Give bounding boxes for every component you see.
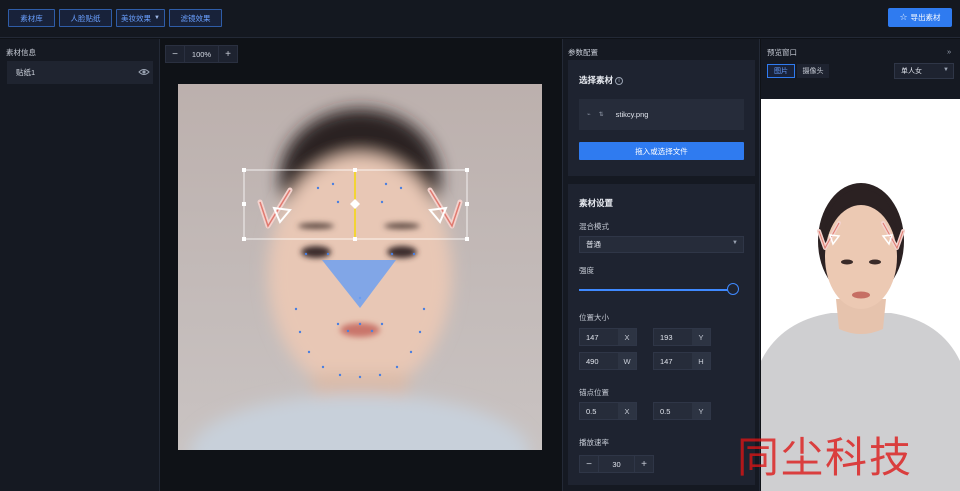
face-canvas <box>178 84 542 450</box>
library-button[interactable]: 素材库 <box>8 9 55 27</box>
anchor-x-input[interactable]: 0.5 X <box>579 402 637 420</box>
star-icon: ☆ <box>899 12 908 22</box>
rate-decrement-button[interactable]: − <box>580 456 598 472</box>
intensity-label: 强度 <box>579 266 594 275</box>
blend-mode-select[interactable]: 普通 ▼ <box>579 236 744 253</box>
face-sticker-label: 人脸贴纸 <box>70 13 101 23</box>
layer-item[interactable]: 贴纸1 <box>7 61 153 84</box>
x-input[interactable]: 147 X <box>579 328 637 346</box>
w-unit: W <box>618 353 636 369</box>
export-button[interactable]: ☆ 导出素材 <box>888 8 952 27</box>
export-label: 导出素材 <box>910 13 941 22</box>
h-unit: H <box>692 353 710 369</box>
height-input[interactable]: 147 H <box>653 352 711 370</box>
y-input[interactable]: 193 Y <box>653 328 711 346</box>
anchor-y-input[interactable]: 0.5 Y <box>653 402 711 420</box>
file-type-icon: ⇅ <box>598 112 604 118</box>
h-value: 147 <box>654 353 692 369</box>
canvas-area: − 100% + <box>161 39 561 491</box>
zoom-level: 100% <box>184 46 219 62</box>
param-panel: 参数配置 选择素材 i ⌁ ⇅ stikcy.png 拖入或选择文件 素材设置 混… <box>562 39 760 491</box>
collapse-icon[interactable]: » <box>947 47 951 56</box>
intensity-slider-track[interactable] <box>579 289 733 291</box>
playback-rate-label: 播放速率 <box>579 438 609 447</box>
layer-label: 贴纸1 <box>16 68 36 77</box>
width-input[interactable]: 490 W <box>579 352 637 370</box>
tab-camera[interactable]: 摄像头 <box>797 64 829 78</box>
param-panel-title: 参数配置 <box>568 48 598 57</box>
playback-rate-stepper[interactable]: − 30 + <box>579 455 654 473</box>
chevron-down-icon: ▼ <box>732 240 738 246</box>
zoom-control: − 100% + <box>165 45 238 63</box>
beauty-label: 美妆效果 <box>121 13 152 23</box>
anchor-label: 锚点位置 <box>579 388 609 397</box>
select-material-heading: 选择素材 i <box>579 74 624 86</box>
upload-button[interactable]: 拖入或选择文件 <box>579 142 744 160</box>
editor-stage[interactable] <box>178 84 542 450</box>
select-material-heading-text: 选择素材 <box>579 75 614 85</box>
eye-icon[interactable] <box>138 67 150 77</box>
material-info-title: 素材信息 <box>6 48 36 57</box>
person-select[interactable]: 单人女 ▼ <box>894 63 954 79</box>
material-settings-heading: 素材设置 <box>579 198 614 208</box>
file-row: ⌁ ⇅ stikcy.png <box>579 99 744 130</box>
chevron-down-icon: ▼ <box>943 67 949 73</box>
zoom-out-button[interactable]: − <box>166 46 184 62</box>
watermark: 同尘科技 <box>737 433 914 482</box>
caret-down-icon: ▼ <box>154 15 160 21</box>
beauty-dropdown-button[interactable]: 美妆效果 ▼ <box>116 9 165 27</box>
blend-mode-value: 普通 <box>586 240 601 249</box>
rate-value: 30 <box>598 456 635 472</box>
material-info-panel: 素材信息 贴纸1 <box>0 39 160 491</box>
anchor-y-unit: Y <box>692 403 710 419</box>
select-material-card: 选择素材 i ⌁ ⇅ stikcy.png 拖入或选择文件 <box>568 60 755 176</box>
info-icon[interactable]: i <box>615 77 624 85</box>
intensity-slider-handle[interactable] <box>727 283 739 295</box>
filter-label: 滤镜效果 <box>180 13 211 23</box>
rate-increment-button[interactable]: + <box>635 456 653 472</box>
preview-title: 预览窗口 <box>767 48 797 57</box>
blend-mode-label: 混合模式 <box>579 222 609 231</box>
file-name: stikcy.png <box>615 110 649 119</box>
y-unit: Y <box>692 329 710 345</box>
top-toolbar: 素材库 人脸贴纸 美妆效果 ▼ 滤镜效果 ☆ 导出素材 <box>0 0 960 38</box>
w-value: 490 <box>580 353 618 369</box>
person-select-value: 单人女 <box>901 68 922 75</box>
x-value: 147 <box>580 329 618 345</box>
anchor-x-value: 0.5 <box>580 403 618 419</box>
tab-image[interactable]: 图片 <box>767 64 795 78</box>
zoom-in-button[interactable]: + <box>219 46 237 62</box>
material-settings-card: 素材设置 混合模式 普通 ▼ 强度 位置大小 147 X 193 Y 490 W… <box>568 184 755 485</box>
y-value: 193 <box>654 329 692 345</box>
filter-button[interactable]: 滤镜效果 <box>169 9 222 27</box>
face-sticker-button[interactable]: 人脸贴纸 <box>59 9 112 27</box>
anchor-x-unit: X <box>618 403 636 419</box>
library-label: 素材库 <box>20 13 43 23</box>
x-unit: X <box>618 329 636 345</box>
link-icon: ⌁ <box>587 112 591 118</box>
anchor-y-value: 0.5 <box>654 403 692 419</box>
position-size-label: 位置大小 <box>579 313 609 322</box>
